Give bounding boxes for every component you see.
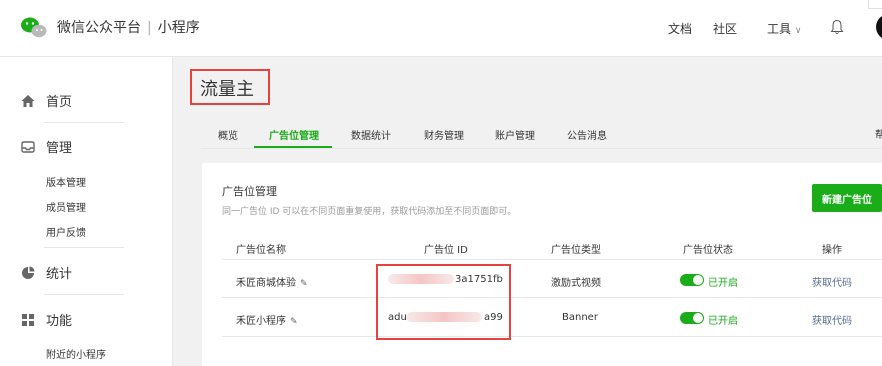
page-title: 流量主 xyxy=(200,79,254,100)
sidebar-item-features[interactable]: 功能 xyxy=(20,310,72,329)
id-highlight-box xyxy=(376,264,511,340)
active-tab-indicator xyxy=(254,146,332,148)
new-ad-slot-button[interactable]: 新建广告位 xyxy=(812,184,882,212)
sidebar-item-label: 统计 xyxy=(46,267,73,282)
sidebar-item-label: 功能 xyxy=(46,314,73,329)
table-row-divider xyxy=(222,336,882,337)
sidebar-item-member-manage[interactable]: 成员管理 xyxy=(46,199,86,214)
column-header-action: 操作 xyxy=(822,245,842,256)
column-header-name: 广告位名称 xyxy=(236,245,286,256)
help-link-fragment[interactable]: 帮 xyxy=(875,126,882,141)
sidebar-item-home[interactable]: 首页 xyxy=(20,91,72,110)
pencil-icon[interactable]: ✎ xyxy=(300,279,308,289)
column-header-type: 广告位类型 xyxy=(551,245,601,256)
sidebar-divider xyxy=(44,247,124,248)
home-icon xyxy=(21,94,35,107)
table-row-name: 禾匠小程序 ✎ xyxy=(236,312,298,327)
status-label: 已开启 xyxy=(708,278,738,289)
get-code-link[interactable]: 获取代码 xyxy=(812,312,852,327)
nav-docs[interactable]: 文档 xyxy=(668,20,692,37)
sidebar-divider xyxy=(44,294,124,295)
pencil-icon[interactable]: ✎ xyxy=(290,317,298,327)
avatar[interactable] xyxy=(876,14,882,40)
nav-tools[interactable]: 工具 ∨ xyxy=(767,20,801,37)
brand-title[interactable]: 微信公众平台 | 小程序 xyxy=(57,17,200,37)
status-label: 已开启 xyxy=(708,316,738,327)
inbox-icon xyxy=(21,140,35,153)
tab-account[interactable]: 账户管理 xyxy=(495,127,535,142)
column-header-id: 广告位 ID xyxy=(424,245,468,256)
ad-slot-name: 禾匠小程序 xyxy=(236,316,286,327)
grid-icon xyxy=(22,313,34,326)
sidebar-item-nearby-miniprogram[interactable]: 附近的小程序 xyxy=(46,346,106,361)
table-row-divider xyxy=(222,297,882,298)
tab-announcements[interactable]: 公告消息 xyxy=(567,127,607,142)
table-row-name: 禾匠商城体验 ✎ xyxy=(236,274,308,289)
sidebar-item-manage[interactable]: 管理 xyxy=(20,137,72,156)
table-header-divider xyxy=(222,259,882,260)
tab-finance[interactable]: 财务管理 xyxy=(424,127,464,142)
sidebar-divider xyxy=(44,122,124,123)
top-bar: 微信公众平台 | 小程序 文档 社区 工具 ∨ xyxy=(0,0,882,57)
tab-ad-slot-manage[interactable]: 广告位管理 xyxy=(269,127,319,142)
brand-separator: | xyxy=(147,20,152,36)
status-toggle[interactable] xyxy=(680,274,704,286)
get-code-link[interactable]: 获取代码 xyxy=(812,274,852,289)
status-toggle[interactable] xyxy=(680,312,704,324)
product-name: 小程序 xyxy=(157,20,200,36)
brand-name: 微信公众平台 xyxy=(57,20,141,36)
sidebar-item-label: 首页 xyxy=(46,95,73,110)
sidebar-item-label: 管理 xyxy=(46,141,73,156)
chevron-down-icon: ∨ xyxy=(794,26,802,36)
corner-tab xyxy=(868,0,882,9)
nav-tools-label: 工具 xyxy=(767,22,792,36)
nav-community[interactable]: 社区 xyxy=(713,20,737,37)
tab-data-stats[interactable]: 数据统计 xyxy=(351,127,391,142)
sidebar-item-version-manage[interactable]: 版本管理 xyxy=(46,174,86,189)
panel-description: 同一广告位 ID 可以在不同页面重复使用，获取代码添加至不同页面即可。 xyxy=(222,207,517,217)
wechat-logo-icon xyxy=(21,17,47,38)
sidebar-item-stats[interactable]: 统计 xyxy=(20,263,72,282)
ad-slot-name: 禾匠商城体验 xyxy=(236,278,296,289)
ad-slot-type: 激励式视频 xyxy=(551,278,601,289)
tab-overview[interactable]: 概览 xyxy=(218,127,238,142)
column-header-status: 广告位状态 xyxy=(683,245,733,256)
pie-chart-icon xyxy=(22,266,35,279)
panel-title: 广告位管理 xyxy=(222,185,277,198)
bell-icon[interactable] xyxy=(830,19,844,35)
sidebar-item-user-feedback[interactable]: 用户反馈 xyxy=(46,224,86,239)
ad-slot-type: Banner xyxy=(562,312,598,323)
